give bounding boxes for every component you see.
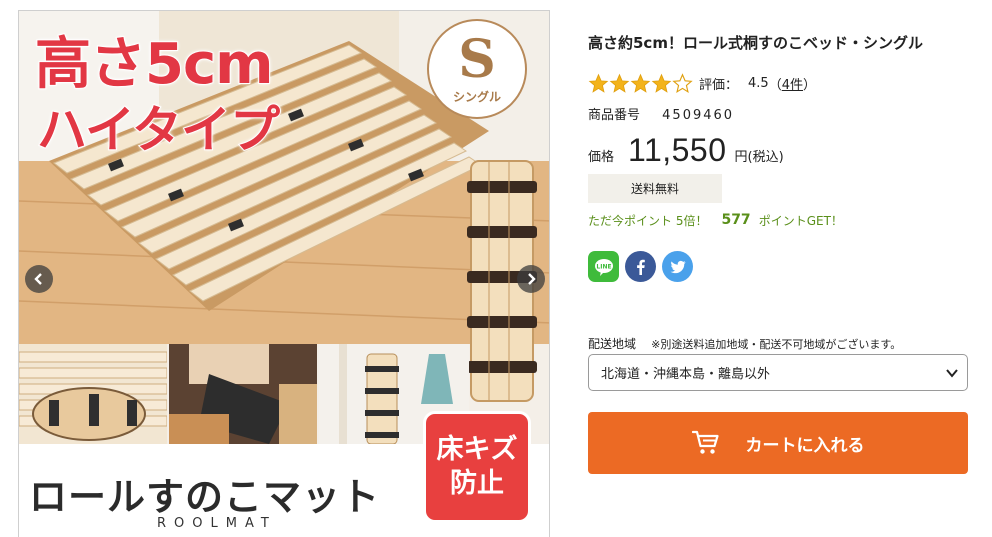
floor-protection-badge: 床キズ 防止 — [423, 411, 531, 523]
svg-text:LINE: LINE — [596, 263, 611, 270]
sku-row: 商品番号 4509460 — [588, 104, 734, 123]
star-filled-icon — [651, 73, 672, 93]
floor-badge-line1: 床キズ — [436, 434, 518, 466]
region-note: ※別途送料追加地域・配送不可地域がございます。 — [651, 338, 902, 351]
size-label: シングル — [452, 89, 501, 104]
thumbnail-1[interactable] — [19, 344, 167, 444]
star-filled-icon — [609, 73, 630, 93]
twitter-icon — [670, 260, 686, 273]
share-facebook-button[interactable] — [625, 251, 656, 282]
product-image-gallery: 高さ5cm ハイタイプ S シングル ロールすのこマット ROOLMAT 床キズ… — [18, 10, 550, 537]
points-campaign: ただ今ポイント 5倍！ — [588, 213, 708, 228]
review-count-link[interactable]: 4件 — [782, 74, 803, 93]
thumbnail-image — [19, 344, 167, 444]
banner-title: ロールすのこマット — [29, 475, 381, 519]
share-twitter-button[interactable] — [662, 251, 693, 282]
rating-count-open: （ — [768, 77, 782, 93]
facebook-icon — [636, 259, 645, 275]
size-badge: S シングル — [427, 19, 527, 119]
banner-subtitle: ROOLMAT — [157, 516, 277, 531]
promo-subheadline: ハイタイプ — [36, 101, 281, 159]
rating-score: 4.5 — [748, 75, 769, 91]
region-label-row: 配送地域 ※別途送料追加地域・配送不可地域がございます。 — [588, 333, 901, 352]
region-select[interactable]: 北海道・沖縄本島・離島以外 — [588, 354, 968, 391]
star-filled-icon — [630, 73, 651, 93]
price-row: 価格 11,550 円(税込) — [588, 132, 784, 169]
star-empty-icon — [672, 72, 693, 93]
share-line-button[interactable]: LINE — [588, 251, 619, 282]
chevron-right-icon — [528, 273, 536, 285]
rating-count-close: ） — [803, 77, 817, 93]
rating-label: 評価： — [699, 77, 739, 93]
gallery-next-button[interactable] — [517, 265, 545, 293]
price-unit: 円(税込) — [734, 150, 784, 165]
region-label: 配送地域 — [588, 337, 637, 351]
free-shipping-badge: 送料無料 — [588, 174, 722, 203]
promo-headline: 高さ5cm — [34, 32, 275, 97]
thumbnail-strip — [19, 344, 469, 444]
points-suffix: ポイントGET！ — [758, 213, 843, 228]
size-letter: S — [458, 28, 496, 90]
rating-row: 評価： 4.5 （ 4件 ） — [588, 72, 816, 94]
region-selected-value: 北海道・沖縄本島・離島以外 — [601, 367, 771, 382]
star-filled-icon — [588, 73, 609, 93]
price-value: 11,550 — [628, 132, 727, 168]
star-rating — [588, 72, 693, 94]
thumbnail-2[interactable] — [169, 344, 317, 444]
sku-label: 商品番号 — [588, 108, 641, 123]
cart-icon — [691, 430, 719, 454]
chevron-down-icon — [946, 369, 958, 378]
chevron-left-icon — [34, 273, 42, 285]
points-row: ただ今ポイント 5倍！ 577 ポイントGET！ — [588, 210, 843, 230]
thumbnail-image — [169, 344, 317, 444]
add-to-cart-label: カートに入れる — [745, 435, 865, 456]
points-value: 577 — [721, 212, 751, 228]
share-buttons: LINE — [588, 251, 693, 282]
gallery-prev-button[interactable] — [25, 265, 53, 293]
price-label: 価格 — [588, 150, 615, 165]
sku-value: 4509460 — [662, 108, 735, 123]
add-to-cart-button[interactable]: カートに入れる — [588, 412, 968, 474]
floor-badge-line2: 防止 — [450, 468, 504, 499]
line-icon: LINE — [594, 258, 613, 276]
product-title: 高さ約5cm！ロール式桐すのこベッド・シングル — [588, 34, 923, 52]
